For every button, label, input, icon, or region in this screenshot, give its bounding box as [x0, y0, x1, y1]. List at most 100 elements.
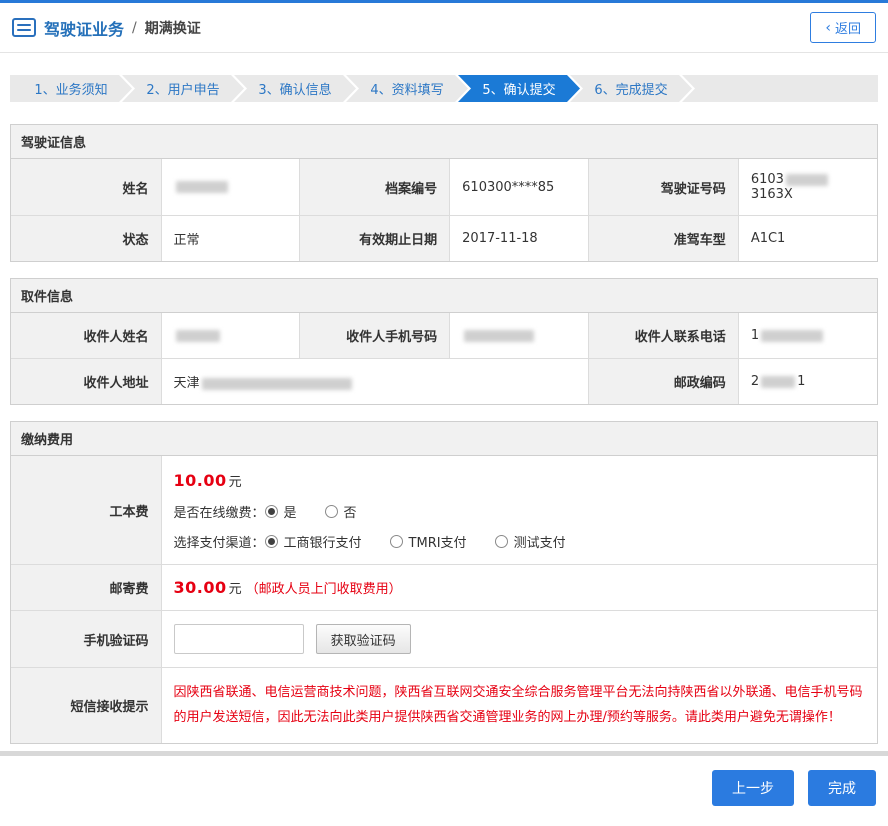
step-1-business-notice[interactable]: 1、业务须知: [10, 75, 132, 102]
pickup-info-section: 取件信息 收件人姓名 收件人手机号码 收件人联系电话 1 收件人地址 天津 邮政…: [10, 278, 878, 405]
radio-icon: [495, 535, 508, 548]
recipient-name-label: 收件人姓名: [11, 313, 161, 359]
table-row: 工本费 10.00元 是否在线缴费： 是 否 选择支付渠道： 工商银行支付 TM…: [11, 456, 877, 565]
step-nav: 1、业务须知 2、用户申告 3、确认信息 4、资料填写 5、确认提交 6、完成提…: [10, 75, 878, 102]
footer-actions: 上一步 完成: [12, 770, 876, 826]
license-no-suffix: 3163X: [751, 187, 793, 202]
postage-amount-line: 30.00元（邮政人员上门收取费用）: [174, 578, 866, 597]
radio-icon: [390, 535, 403, 548]
step-5-confirm-submit[interactable]: 5、确认提交: [458, 75, 580, 102]
zip-value: 21: [738, 359, 877, 405]
business-title: 驾驶证业务: [44, 16, 124, 40]
online-pay-option-yes[interactable]: 是: [265, 502, 297, 521]
license-no-label: 驾驶证号码: [588, 159, 738, 216]
sms-notice-cell: 因陕西省联通、电信运营商技术问题，陕西省互联网交通安全综合服务管理平台无法向持陕…: [161, 668, 877, 744]
pay-channel-label: 选择支付渠道：: [174, 532, 265, 551]
captcha-input[interactable]: [174, 624, 304, 654]
pickup-section-title: 取件信息: [11, 279, 877, 313]
pay-channel-row: 选择支付渠道： 工商银行支付 TMRI支付 测试支付: [174, 532, 866, 551]
chevron-left-icon: ‹: [825, 21, 831, 35]
back-button[interactable]: ‹ 返回: [810, 12, 876, 43]
name-value: [161, 159, 300, 216]
cost-unit: 元: [229, 475, 242, 490]
license-no-prefix: 6103: [751, 172, 784, 187]
breadcrumb: 驾驶证业务 / 期满换证: [12, 16, 201, 40]
redacted-recipient-tel: [761, 330, 823, 342]
status-label: 状态: [11, 216, 161, 262]
license-no-value: 61033163X: [738, 159, 877, 216]
page: 驾驶证业务 / 期满换证 ‹ 返回 1、业务须知 2、用户申告 3、确认信息 4…: [0, 0, 888, 826]
table-row: 邮寄费 30.00元（邮政人员上门收取费用）: [11, 565, 877, 611]
postage-label: 邮寄费: [11, 565, 161, 611]
address-prefix: 天津: [174, 376, 200, 391]
name-label: 姓名: [11, 159, 161, 216]
online-pay-yes-label: 是: [284, 502, 297, 521]
redacted-recipient-name: [176, 330, 220, 342]
cost-cell: 10.00元 是否在线缴费： 是 否 选择支付渠道： 工商银行支付 TMRI支付…: [161, 456, 877, 565]
redacted-name: [176, 181, 228, 193]
header-bar: 驾驶证业务 / 期满换证 ‹ 返回: [0, 3, 888, 53]
recipient-tel-value: 1: [738, 313, 877, 359]
zip-label: 邮政编码: [588, 359, 738, 405]
postage-note: （邮政人员上门收取费用）: [246, 578, 402, 597]
vehicle-type-label: 准驾车型: [588, 216, 738, 262]
previous-step-button[interactable]: 上一步: [712, 770, 794, 806]
step-6-finish-submit[interactable]: 6、完成提交: [570, 75, 692, 102]
pay-channel-test-label: 测试支付: [514, 532, 566, 551]
subpage-title: 期满换证: [145, 18, 201, 38]
title-separator: /: [132, 20, 137, 36]
page-bottom-edge: [0, 751, 888, 756]
recipient-tel-label: 收件人联系电话: [588, 313, 738, 359]
recipient-mobile-value: [450, 313, 589, 359]
fees-table: 工本费 10.00元 是否在线缴费： 是 否 选择支付渠道： 工商银行支付 TM…: [11, 456, 877, 743]
finish-button[interactable]: 完成: [808, 770, 876, 806]
zip-prefix: 2: [751, 374, 759, 389]
online-pay-no-label: 否: [344, 502, 357, 521]
vehicle-type-value: A1C1: [738, 216, 877, 262]
expiry-label: 有效期止日期: [300, 216, 450, 262]
sms-notice-label: 短信接收提示: [11, 668, 161, 744]
pay-channel-option-tmri[interactable]: TMRI支付: [390, 532, 467, 551]
cost-label: 工本费: [11, 456, 161, 565]
cost-amount: 10.00: [174, 471, 227, 490]
back-label: 返回: [835, 18, 861, 37]
step-2-user-declaration[interactable]: 2、用户申告: [122, 75, 244, 102]
pay-channel-option-icbc[interactable]: 工商银行支付: [265, 532, 362, 551]
redacted-zip: [761, 376, 795, 388]
license-business-icon: [12, 18, 36, 37]
redacted-address: [202, 378, 352, 390]
postage-amount: 30.00: [174, 578, 227, 597]
table-row: 状态 正常 有效期止日期 2017-11-18 准驾车型 A1C1: [11, 216, 877, 262]
pay-channel-tmri-label: TMRI支付: [409, 532, 467, 551]
pay-channel-icbc-label: 工商银行支付: [284, 532, 362, 551]
fees-section-title: 缴纳费用: [11, 422, 877, 456]
postage-cell: 30.00元（邮政人员上门收取费用）: [161, 565, 877, 611]
pay-channel-option-test[interactable]: 测试支付: [495, 532, 566, 551]
file-no-label: 档案编号: [300, 159, 450, 216]
step-nav-filler: [682, 75, 878, 102]
address-value: 天津: [161, 359, 588, 405]
online-pay-option-no[interactable]: 否: [325, 502, 357, 521]
captcha-cell: 获取验证码: [161, 611, 877, 668]
cost-amount-line: 10.00元: [174, 471, 866, 490]
recipient-name-value: [161, 313, 300, 359]
recipient-mobile-label: 收件人手机号码: [300, 313, 450, 359]
get-captcha-button[interactable]: 获取验证码: [316, 624, 411, 654]
step-3-confirm-info[interactable]: 3、确认信息: [234, 75, 356, 102]
captcha-label: 手机验证码: [11, 611, 161, 668]
table-row: 姓名 档案编号 610300****85 驾驶证号码 61033163X: [11, 159, 877, 216]
address-label: 收件人地址: [11, 359, 161, 405]
recipient-tel-prefix: 1: [751, 328, 759, 343]
status-value: 正常: [161, 216, 300, 262]
table-row: 短信接收提示 因陕西省联通、电信运营商技术问题，陕西省互联网交通安全综合服务管理…: [11, 668, 877, 744]
radio-selected-icon: [265, 505, 278, 518]
zip-suffix: 1: [797, 374, 805, 389]
table-row: 收件人姓名 收件人手机号码 收件人联系电话 1: [11, 313, 877, 359]
license-info-table: 姓名 档案编号 610300****85 驾驶证号码 61033163X 状态 …: [11, 159, 877, 261]
radio-selected-icon: [265, 535, 278, 548]
expiry-value: 2017-11-18: [450, 216, 589, 262]
file-no-value: 610300****85: [450, 159, 589, 216]
pickup-info-table: 收件人姓名 收件人手机号码 收件人联系电话 1 收件人地址 天津 邮政编码 21: [11, 313, 877, 404]
license-section-title: 驾驶证信息: [11, 125, 877, 159]
step-4-fill-data[interactable]: 4、资料填写: [346, 75, 468, 102]
